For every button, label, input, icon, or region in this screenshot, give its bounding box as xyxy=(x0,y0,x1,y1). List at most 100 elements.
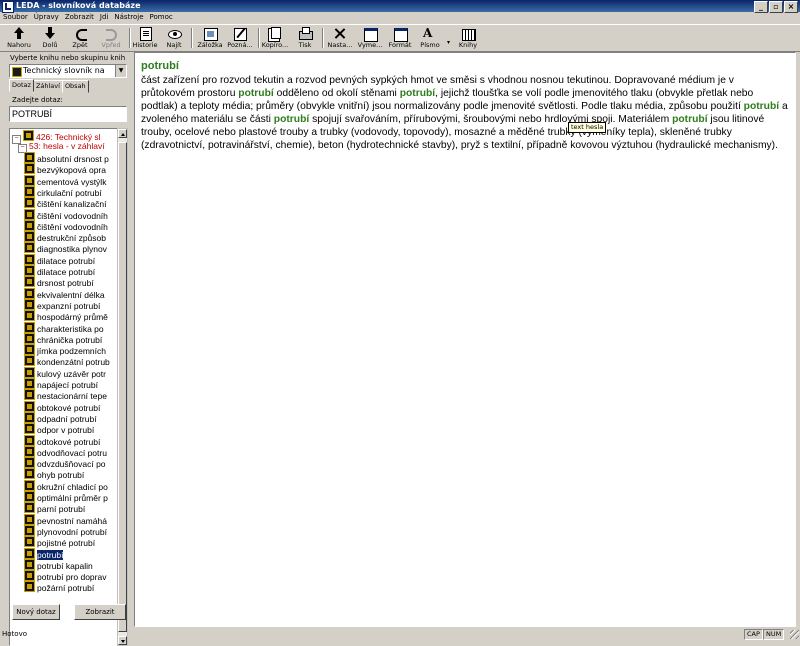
bookmark-button-label: Záložka xyxy=(197,41,223,49)
book-select-value: Technický slovník na xyxy=(23,66,105,75)
book-icon xyxy=(24,491,35,502)
find-button-label: Najít xyxy=(166,41,182,49)
book-icon xyxy=(24,355,35,367)
show-button[interactable]: Zobrazit xyxy=(74,604,126,620)
resize-grip[interactable] xyxy=(790,630,799,639)
scroll-up-arrow[interactable] xyxy=(118,129,127,138)
up-button-label: Nahoru xyxy=(7,41,31,49)
book-icon xyxy=(12,67,22,77)
book-icon xyxy=(24,570,35,582)
settings-button-label: Nasta... xyxy=(327,41,353,49)
redo-icon xyxy=(104,27,118,41)
copy-icon xyxy=(268,27,282,40)
tree-item-label: požární potrubí xyxy=(37,583,95,594)
book-icon xyxy=(24,208,35,220)
book-icon xyxy=(24,502,35,514)
find-button[interactable]: Najít xyxy=(162,26,186,50)
up-button[interactable]: Nahoru xyxy=(4,26,34,50)
status-text: Hotovo xyxy=(2,630,27,638)
arrow-down-icon xyxy=(43,27,57,40)
menu-nastroje[interactable]: Nástroje xyxy=(111,12,146,23)
view-button-label: Vyme... xyxy=(357,41,383,49)
toolbar-separator xyxy=(322,28,324,48)
copy-button[interactable]: Kopíro... xyxy=(261,26,289,50)
book-select-label: Vyberte knihu nebo skupinu knih xyxy=(10,54,126,62)
font-button[interactable]: A Písmo xyxy=(416,26,444,50)
tab-obsah[interactable]: Obsah xyxy=(61,80,89,93)
down-button[interactable]: Dolů xyxy=(36,26,64,50)
history-button[interactable]: Historie xyxy=(132,26,158,50)
forward-button-label: Vpřed xyxy=(101,41,121,49)
book-icon xyxy=(24,197,35,209)
tree-group-label: 53: hesla - v záhlaví xyxy=(29,141,105,151)
book-icon xyxy=(24,558,35,570)
history-icon xyxy=(138,27,152,41)
book-icon xyxy=(24,174,35,186)
format-button[interactable]: Formát xyxy=(386,26,414,50)
forward-button[interactable]: Vpřed xyxy=(96,26,126,50)
entry-headword: potrubí xyxy=(141,60,179,72)
new-query-button[interactable]: Nový dotaz xyxy=(12,604,60,620)
left-panel: Vyberte knihu nebo skupinu knih Technick… xyxy=(0,52,131,646)
bookmark-button[interactable]: Záložka xyxy=(196,26,224,50)
book-icon xyxy=(24,253,35,265)
query-label: Zadejte dotaz: xyxy=(12,96,63,104)
book-icon xyxy=(24,231,35,243)
copy-button-label: Kopíro... xyxy=(261,41,289,49)
results-tree[interactable]: −426: Technický sl −53: hesla - v záhlav… xyxy=(9,128,118,646)
tree-scrollbar[interactable] xyxy=(117,128,128,646)
status-cap: CAP xyxy=(744,629,763,640)
toolbar-separator xyxy=(258,28,260,48)
font-dropdown-arrow[interactable]: ▾ xyxy=(447,39,450,46)
tab-zahlavi[interactable]: Záhlaví xyxy=(32,80,63,93)
menu-jdi[interactable]: Jdi xyxy=(97,12,111,23)
book-select[interactable]: Technický slovník na ▼ xyxy=(9,64,127,78)
menu-pomoc[interactable]: Pomoc xyxy=(147,12,176,23)
book-icon xyxy=(24,344,35,356)
toolbar-separator xyxy=(129,28,131,48)
toolbar: Nahoru Dolů Zpět Vpřed Historie Najít Zá… xyxy=(0,24,800,52)
book-icon xyxy=(24,547,35,559)
tools-icon xyxy=(333,27,347,40)
query-input[interactable]: POTRUBÍ xyxy=(9,106,127,122)
book-icon xyxy=(24,524,35,536)
book-icon xyxy=(24,457,35,469)
note-button[interactable]: Pozná... xyxy=(226,26,254,50)
window-title: LEDA - slovníková databáze xyxy=(16,1,141,10)
print-button[interactable]: Tisk xyxy=(292,26,318,50)
tree-item[interactable]: požární potrubí xyxy=(24,581,94,594)
entry-keyword: potrubí xyxy=(399,88,436,99)
book-icon xyxy=(24,411,35,423)
book-icon xyxy=(24,423,35,435)
font-glyph: A xyxy=(423,26,433,40)
menu-upravy[interactable]: Úpravy xyxy=(31,12,62,23)
menu-zobrazit[interactable]: Zobrazit xyxy=(62,12,97,23)
left-tabs: Dotaz Záhlaví Obsah xyxy=(9,79,89,93)
bookmark-icon xyxy=(203,27,218,41)
font-button-label: Písmo xyxy=(420,41,440,49)
entry-text-run: odděleno od okolí stěnami xyxy=(273,88,400,99)
window-icon xyxy=(363,27,378,42)
settings-button[interactable]: Nasta... xyxy=(326,26,354,50)
book-icon xyxy=(24,468,35,480)
menu-soubor[interactable]: Soubor xyxy=(0,12,31,23)
book-icon xyxy=(24,152,35,163)
book-icon xyxy=(24,219,35,231)
book-icon xyxy=(24,265,35,276)
scroll-thumb[interactable] xyxy=(118,142,127,632)
note-icon xyxy=(233,27,247,41)
tab-dotaz[interactable]: Dotaz xyxy=(9,79,34,92)
book-icon xyxy=(24,400,35,412)
book-icon xyxy=(24,581,35,593)
entry-paragraph: část zařízení pro rozvod tekutin a rozvo… xyxy=(141,74,789,152)
chevron-down-icon[interactable]: ▼ xyxy=(115,65,126,77)
entry-text: část zařízení pro rozvod tekutin a rozvo… xyxy=(141,74,789,152)
undo-button[interactable]: Zpět xyxy=(66,26,94,50)
view-button[interactable]: Vyme... xyxy=(356,26,384,50)
arrow-up-icon xyxy=(12,27,26,40)
printer-icon xyxy=(298,27,313,40)
books-button[interactable]: Knihy xyxy=(455,26,481,50)
entry-text-run: spojují svařováním, přírubovými, šroubov… xyxy=(309,114,673,125)
menu-bar: Soubor Úpravy Zobrazit Jdi Nástroje Pomo… xyxy=(0,12,800,23)
eye-icon xyxy=(167,27,182,40)
